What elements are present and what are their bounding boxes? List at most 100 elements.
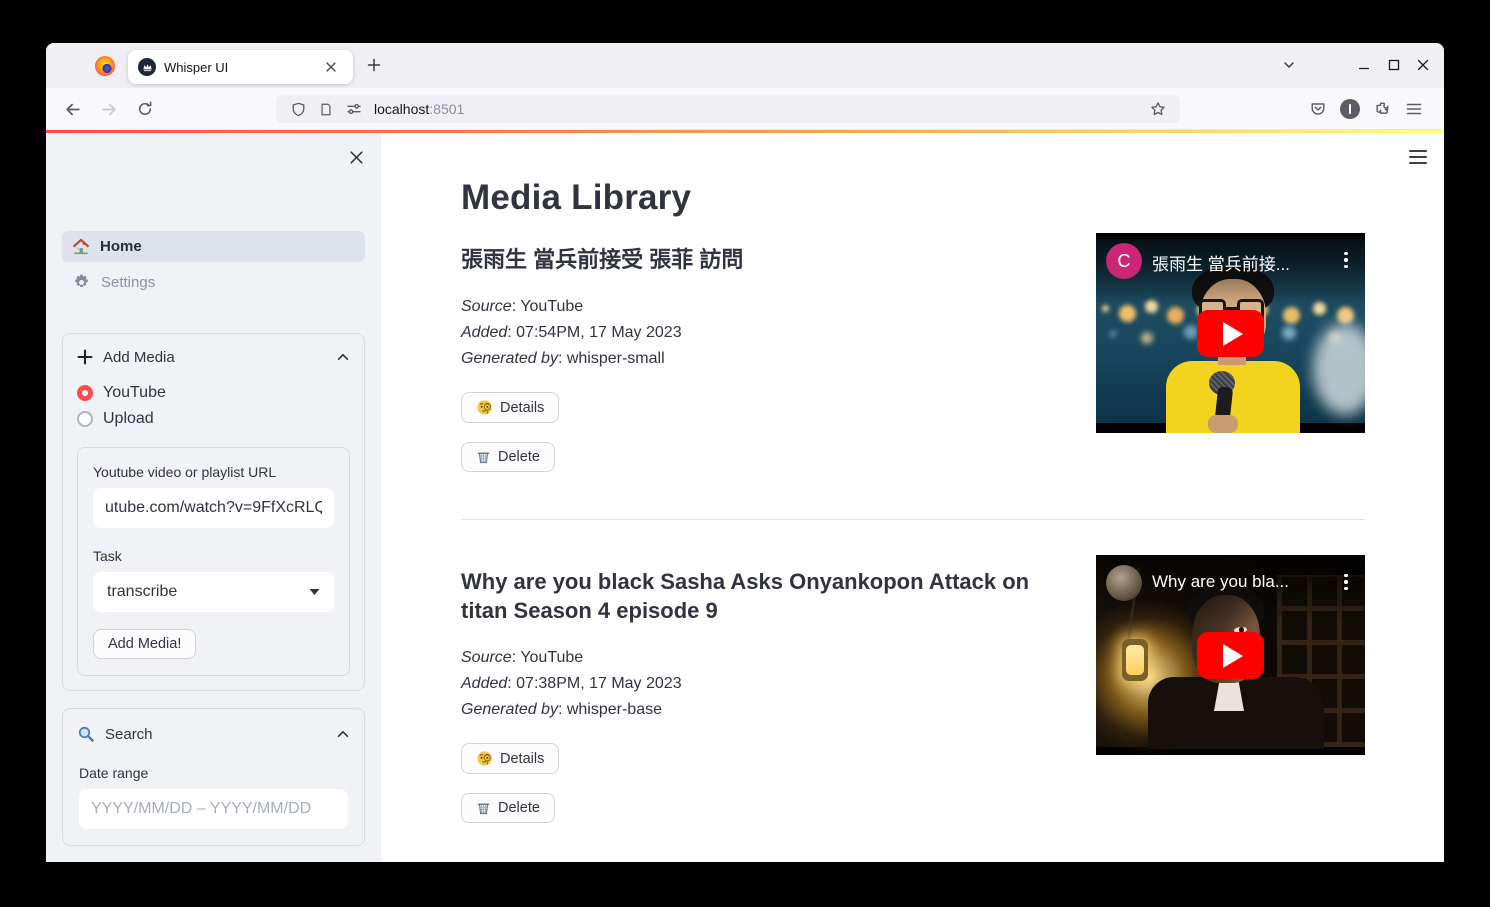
new-tab-button[interactable] xyxy=(362,53,386,77)
magnifier-icon xyxy=(77,725,95,743)
permissions-tune-icon[interactable] xyxy=(340,97,368,121)
select-caret-icon xyxy=(309,588,320,596)
gear-icon xyxy=(72,273,91,292)
add-media-expander-header[interactable]: Add Media xyxy=(63,334,364,380)
sidebar-item-settings[interactable]: Settings xyxy=(62,267,365,298)
reader-page-icon[interactable] xyxy=(312,97,340,121)
url-bar[interactable]: localhost:8501 xyxy=(276,95,1180,123)
tab-title: Whisper UI xyxy=(164,60,319,75)
entry-divider xyxy=(461,519,1365,520)
wastebasket-icon xyxy=(476,800,491,816)
url-text: localhost:8501 xyxy=(374,101,1144,117)
meta-added: Added: 07:54PM, 17 May 2023 xyxy=(461,320,1056,346)
media-title: 張雨生 當兵前接受 張菲 訪問 xyxy=(461,245,1056,274)
video-overlay-title[interactable]: 張雨生 當兵前接... xyxy=(1152,250,1325,275)
youtube-embed[interactable]: C 張雨生 當兵前接... xyxy=(1096,233,1365,433)
back-button[interactable] xyxy=(56,93,88,125)
extensions-puzzle-icon[interactable] xyxy=(1366,93,1398,125)
task-select[interactable]: transcribe xyxy=(93,572,334,612)
add-media-form: Youtube video or playlist URL Task trans… xyxy=(77,447,350,676)
sidebar-item-label: Home xyxy=(100,238,142,255)
media-entry-info: 張雨生 當兵前接受 張菲 訪問 Source: YouTube Added: 0… xyxy=(461,233,1096,472)
forward-button[interactable] xyxy=(93,93,125,125)
video-more-kebab-icon[interactable] xyxy=(1337,246,1355,274)
window-close-button[interactable] xyxy=(1411,53,1435,77)
tab-bar: Whisper UI xyxy=(46,43,1444,88)
video-more-kebab-icon[interactable] xyxy=(1337,568,1355,596)
video-overlay-title[interactable]: Why are you bla... xyxy=(1152,572,1325,592)
add-media-submit-button[interactable]: Add Media! xyxy=(93,629,196,659)
plus-icon xyxy=(77,349,93,365)
sidebar-item-label: Settings xyxy=(101,274,155,291)
channel-avatar[interactable]: C xyxy=(1106,243,1142,279)
delete-button[interactable]: Delete xyxy=(461,442,555,472)
details-button[interactable]: Details xyxy=(461,743,559,774)
url-field-label: Youtube video or playlist URL xyxy=(93,464,334,480)
sidebar-close-icon[interactable] xyxy=(345,146,367,168)
date-range-label: Date range xyxy=(79,765,348,781)
main-content: Media Library 張雨生 當兵前接受 張菲 訪問 Source: Yo… xyxy=(381,130,1444,823)
tracking-shield-icon[interactable] xyxy=(284,97,312,121)
monocle-face-icon xyxy=(476,399,493,416)
task-field-label: Task xyxy=(93,548,334,564)
window-minimize-button[interactable] xyxy=(1352,53,1376,77)
firefox-logo-icon[interactable] xyxy=(95,56,115,76)
search-expander: Search Date range xyxy=(62,708,365,846)
list-tabs-chevron-icon[interactable] xyxy=(1277,53,1301,77)
expander-title: Search xyxy=(105,726,326,743)
media-meta: Source: YouTube Added: 07:38PM, 17 May 2… xyxy=(461,645,1056,723)
sidebar-nav: Home Settings xyxy=(62,231,365,298)
sidebar: Home Settings Add Media xyxy=(46,130,381,862)
add-media-expander-body: YouTube Upload Youtube video or playlist… xyxy=(63,380,364,690)
details-button[interactable]: Details xyxy=(461,392,559,423)
wastebasket-icon xyxy=(476,449,491,465)
bookmark-star-icon[interactable] xyxy=(1144,97,1172,121)
youtube-play-button[interactable] xyxy=(1197,310,1264,357)
monocle-face-icon xyxy=(476,750,493,767)
pocket-icon[interactable] xyxy=(1302,93,1334,125)
streamlit-decoration-bar xyxy=(46,130,1444,133)
browser-window: Whisper UI xyxy=(46,43,1444,862)
chevron-up-icon[interactable] xyxy=(336,727,350,741)
streamlit-menu-hamburger-icon[interactable] xyxy=(1407,147,1429,167)
reload-button[interactable] xyxy=(129,93,161,125)
channel-avatar[interactable] xyxy=(1106,565,1142,601)
url-port: :8501 xyxy=(429,101,464,117)
radio-youtube[interactable]: YouTube xyxy=(77,380,350,406)
media-entry: Why are you black Sasha Asks Onyankopon … xyxy=(461,555,1365,823)
media-title: Why are you black Sasha Asks Onyankopon … xyxy=(461,567,1056,625)
page-title: Media Library xyxy=(461,178,1365,218)
meta-generated-by: Generated by: whisper-base xyxy=(461,697,1056,723)
whisper-favicon-icon xyxy=(138,58,156,76)
radio-selected-icon xyxy=(77,385,93,401)
expander-title: Add Media xyxy=(103,349,326,366)
app-area: Home Settings Add Media xyxy=(46,130,1444,862)
youtube-url-input[interactable] xyxy=(93,488,334,528)
media-entry-info: Why are you black Sasha Asks Onyankopon … xyxy=(461,555,1096,823)
media-meta: Source: YouTube Added: 07:54PM, 17 May 2… xyxy=(461,294,1056,372)
add-media-expander: Add Media YouTube Upload Yout xyxy=(62,333,365,691)
search-expander-body: Date range xyxy=(63,765,364,845)
house-icon xyxy=(72,238,90,256)
browser-menu-hamburger-icon[interactable] xyxy=(1398,93,1430,125)
main-area: Media Library 張雨生 當兵前接受 張菲 訪問 Source: Yo… xyxy=(381,130,1444,862)
search-expander-header[interactable]: Search xyxy=(63,709,364,759)
tab-close-icon[interactable] xyxy=(319,55,343,79)
window-maximize-button[interactable] xyxy=(1382,53,1406,77)
chevron-up-icon[interactable] xyxy=(336,350,350,364)
delete-button[interactable]: Delete xyxy=(461,793,555,823)
youtube-embed[interactable]: Why are you bla... xyxy=(1096,555,1365,755)
media-entry: 張雨生 當兵前接受 張菲 訪問 Source: YouTube Added: 0… xyxy=(461,233,1365,472)
radio-unselected-icon xyxy=(77,411,93,427)
meta-added: Added: 07:38PM, 17 May 2023 xyxy=(461,671,1056,697)
radio-upload[interactable]: Upload xyxy=(77,406,350,432)
extension-badge-icon[interactable] xyxy=(1334,93,1366,125)
meta-source: Source: YouTube xyxy=(461,294,1056,320)
browser-tab[interactable]: Whisper UI xyxy=(128,50,353,84)
date-range-input[interactable] xyxy=(79,789,348,829)
meta-generated-by: Generated by: whisper-small xyxy=(461,346,1056,372)
sidebar-item-home[interactable]: Home xyxy=(62,231,365,262)
youtube-play-button[interactable] xyxy=(1197,632,1264,679)
meta-source: Source: YouTube xyxy=(461,645,1056,671)
url-host: localhost xyxy=(374,101,429,117)
